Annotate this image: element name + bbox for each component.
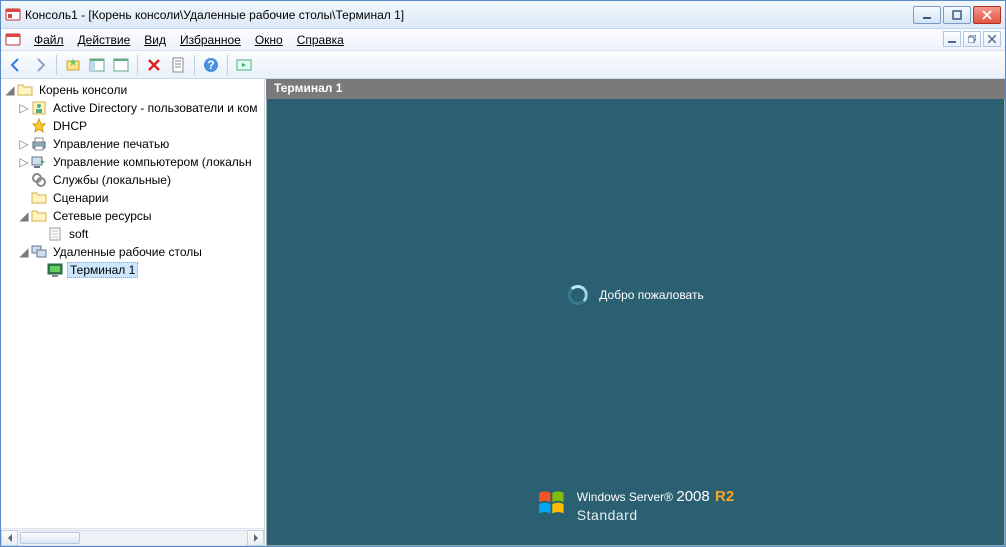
tree-label: Сетевые ресурсы xyxy=(51,209,154,223)
welcome-text: Добро пожаловать xyxy=(599,288,703,302)
result-header: Терминал 1 xyxy=(266,79,1005,99)
content-area: ◢ Корень консоли ▷ Active Directory - по… xyxy=(1,79,1005,546)
tree-root[interactable]: ◢ Корень консоли xyxy=(1,81,264,99)
tree-label: soft xyxy=(67,227,90,241)
services-icon xyxy=(31,172,47,188)
tree-hscrollbar[interactable] xyxy=(1,528,264,546)
result-pane: Терминал 1 Добро пожаловать Windo xyxy=(265,79,1005,546)
tree-item-compmgmt[interactable]: ▷ Управление компьютером (локальн xyxy=(1,153,264,171)
loading-spinner-icon xyxy=(567,285,587,305)
collapse-icon[interactable]: ◢ xyxy=(3,83,17,97)
menu-file[interactable]: Файл xyxy=(27,31,71,49)
separator xyxy=(137,55,138,75)
scroll-left-button[interactable] xyxy=(1,530,18,546)
separator xyxy=(56,55,57,75)
connect-button[interactable] xyxy=(233,54,255,76)
expand-icon[interactable]: ▷ xyxy=(17,101,31,115)
product-name: Windows Server® 2008 R2 xyxy=(577,485,734,507)
remote-desktop-view[interactable]: Добро пожаловать Windows Server® 2008 R2… xyxy=(266,99,1005,546)
forward-button[interactable] xyxy=(29,54,51,76)
expand-icon[interactable]: ▷ xyxy=(17,155,31,169)
share-icon xyxy=(47,226,63,242)
computer-mgmt-icon xyxy=(31,154,47,170)
ad-icon xyxy=(31,100,47,116)
expand-icon[interactable]: ▷ xyxy=(17,137,31,151)
folder-icon xyxy=(31,190,47,206)
properties-button[interactable] xyxy=(110,54,132,76)
maximize-button[interactable] xyxy=(943,6,971,24)
menu-favorites[interactable]: Избранное xyxy=(173,31,248,49)
tree-label: Управление компьютером (локальн xyxy=(51,155,254,169)
tree-item-netres[interactable]: ◢ Сетевые ресурсы xyxy=(1,207,264,225)
folder-open-icon xyxy=(31,208,47,224)
tree-label: Корень консоли xyxy=(37,83,129,97)
toolbar: ? xyxy=(1,51,1005,79)
tree-item-soft[interactable]: soft xyxy=(1,225,264,243)
export-button[interactable] xyxy=(167,54,189,76)
menu-view[interactable]: Вид xyxy=(137,31,173,49)
tree-pane: ◢ Корень консоли ▷ Active Directory - по… xyxy=(1,79,265,546)
show-tree-button[interactable] xyxy=(86,54,108,76)
mmc-doc-icon xyxy=(5,32,21,48)
scroll-thumb[interactable] xyxy=(20,532,80,544)
scroll-right-button[interactable] xyxy=(247,530,264,546)
minimize-button[interactable] xyxy=(913,6,941,24)
svg-text:?: ? xyxy=(207,58,214,72)
terminal-icon xyxy=(47,262,63,278)
mdi-minimize-button[interactable] xyxy=(943,31,961,47)
tree-label: DHCP xyxy=(51,119,89,133)
tree-label: Терминал 1 xyxy=(67,262,138,278)
windows-server-logo: Windows Server® 2008 R2 Standard xyxy=(537,485,734,523)
tree-item-ad[interactable]: ▷ Active Directory - пользователи и ком xyxy=(1,99,264,117)
tree-label: Удаленные рабочие столы xyxy=(51,245,204,259)
tree-item-scripts[interactable]: Сценарии xyxy=(1,189,264,207)
welcome-message: Добро пожаловать xyxy=(567,285,703,305)
mdi-restore-button[interactable] xyxy=(963,31,981,47)
console-tree[interactable]: ◢ Корень консоли ▷ Active Directory - по… xyxy=(1,79,264,528)
tree-label: Управление печатью xyxy=(51,137,171,151)
collapse-icon[interactable]: ◢ xyxy=(17,245,31,259)
tree-item-terminal1[interactable]: Терминал 1 xyxy=(1,261,264,279)
collapse-icon[interactable]: ◢ xyxy=(17,209,31,223)
product-edition: Standard xyxy=(577,507,734,523)
close-button[interactable] xyxy=(973,6,1001,24)
remote-desktops-icon xyxy=(31,244,47,260)
menu-action[interactable]: Действие xyxy=(71,31,138,49)
delete-button[interactable] xyxy=(143,54,165,76)
menu-window[interactable]: Окно xyxy=(248,31,290,49)
tree-label: Active Directory - пользователи и ком xyxy=(51,101,260,115)
back-button[interactable] xyxy=(5,54,27,76)
tree-item-rdp[interactable]: ◢ Удаленные рабочие столы xyxy=(1,243,264,261)
tree-label: Сценарии xyxy=(51,191,110,205)
mmc-icon xyxy=(5,7,21,23)
titlebar[interactable]: Консоль1 - [Корень консоли\Удаленные раб… xyxy=(1,1,1005,29)
mmc-window: Консоль1 - [Корень консоли\Удаленные раб… xyxy=(0,0,1006,547)
menu-help[interactable]: Справка xyxy=(290,31,351,49)
windows-flag-icon xyxy=(537,489,567,519)
printer-icon xyxy=(31,136,47,152)
tree-label: Службы (локальные) xyxy=(51,173,173,187)
tree-item-services[interactable]: Службы (локальные) xyxy=(1,171,264,189)
folder-open-icon xyxy=(17,82,33,98)
menubar: Файл Действие Вид Избранное Окно Справка xyxy=(1,29,1005,51)
window-title: Консоль1 - [Корень консоли\Удаленные раб… xyxy=(25,8,913,22)
scroll-track[interactable] xyxy=(18,530,247,546)
add-favorite-button[interactable] xyxy=(62,54,84,76)
separator xyxy=(227,55,228,75)
help-button[interactable]: ? xyxy=(200,54,222,76)
tree-item-print[interactable]: ▷ Управление печатью xyxy=(1,135,264,153)
tree-item-dhcp[interactable]: DHCP xyxy=(1,117,264,135)
separator xyxy=(194,55,195,75)
mdi-close-button[interactable] xyxy=(983,31,1001,47)
dhcp-icon xyxy=(31,118,47,134)
